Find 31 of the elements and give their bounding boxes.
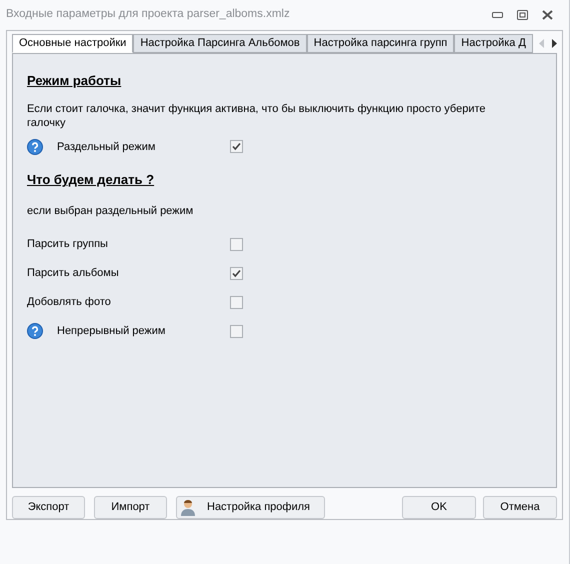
close-icon[interactable] [542, 10, 553, 20]
tab[interactable]: Настройка Д [454, 34, 533, 53]
checkbox[interactable] [230, 296, 243, 309]
option-label: Парсить альбомы [27, 266, 120, 281]
scroll-right-icon[interactable] [552, 38, 557, 48]
tab[interactable]: Основные настройки [12, 34, 134, 53]
section-description: Если стоит галочка, значит функция активна, что бы выключить функцию просто уберите галочку [27, 102, 486, 130]
help-icon [27, 323, 43, 340]
minimize-icon[interactable] [492, 12, 503, 18]
option-label: Добовлять фото [27, 295, 112, 310]
dialog-button[interactable]: OK [402, 496, 476, 519]
user-icon [180, 499, 196, 516]
action-button[interactable]: Экспорт [12, 496, 85, 519]
section-description: если выбран раздельный режим [27, 204, 194, 218]
checkbox[interactable] [230, 238, 243, 251]
checkbox[interactable] [230, 140, 243, 154]
option-label: Раздельный режим [57, 140, 156, 154]
maximize-icon[interactable] [517, 10, 528, 20]
tab[interactable]: Настройка Парсинга Альбомов [133, 34, 307, 53]
profile-settings-button[interactable]: Настройка профиля [176, 496, 325, 519]
checkbox[interactable] [230, 266, 243, 280]
section-heading: Что будем делать ? [27, 171, 154, 190]
tab[interactable]: Настройка парсинга групп [306, 34, 454, 53]
checkbox[interactable] [230, 324, 243, 338]
dialog-button[interactable]: Отмена [483, 496, 557, 519]
action-button[interactable]: Импорт [94, 496, 167, 519]
option-label: Парсить группы [27, 237, 109, 252]
help-icon [27, 138, 43, 155]
section-heading: Режим работы [27, 72, 122, 90]
window-title: Входные параметры для проекта parser_alboms.xmlz [6, 7, 290, 22]
option-label: Непрерывный режим [57, 324, 166, 339]
